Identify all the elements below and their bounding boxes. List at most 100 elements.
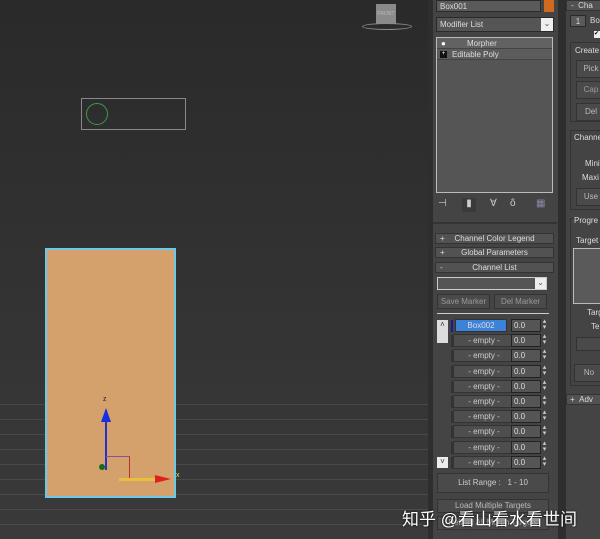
channel-name-button[interactable]: - empty - [453,364,515,378]
channel-row: - empty - 0.0 ▴ ▾ [433,409,557,424]
spinner-icon[interactable]: ▴ ▾ [541,409,548,423]
spinner-icon[interactable]: ▴ ▾ [541,455,548,469]
stack-toolbar: ⊣ ▮ ∀ ô ▦ [438,198,553,212]
configure-sets-icon[interactable]: ▦ [536,198,545,209]
channel-value-field[interactable]: 0.0 [511,440,541,454]
spinner-icon[interactable]: ▴ ▾ [541,333,548,347]
delete-button[interactable]: Del [576,103,600,121]
list-range-label: List Range : [458,478,501,487]
channel-params-label: Channe [574,133,600,142]
expand-icon[interactable]: + [440,51,447,58]
no-button[interactable]: No [574,364,600,382]
channel-name-button[interactable]: Box002 [455,319,507,332]
stack-item-editable-poly[interactable]: + Editable Poly [437,49,552,60]
modifier-stack[interactable]: ● Morpher + Editable Poly [436,37,553,193]
channel-name[interactable]: Bo [590,16,600,25]
plane-handle[interactable] [106,456,130,478]
spinner-icon[interactable]: ▴ ▾ [541,394,548,408]
viewcube-ring[interactable] [362,23,412,30]
spinner-icon[interactable]: ▴ ▾ [541,348,548,362]
channel-color-indicator [451,320,453,332]
channel-number-field[interactable]: 1 [570,15,586,27]
circle-icon [86,103,108,125]
viewcube-face[interactable]: FRONT [376,4,396,24]
rollout-channel-list[interactable]: - Channel List [435,262,554,273]
channel-value-field[interactable]: 0.0 [511,349,541,363]
transform-gizmo[interactable]: z x [97,396,182,485]
remove-modifier-icon[interactable]: ô [510,198,516,209]
pivot-icon [99,464,105,470]
capture-button[interactable]: Cap [576,81,600,99]
channel-value-field[interactable]: 0.0 [511,395,541,408]
channel-name-button[interactable]: - empty - [453,395,515,408]
channel-value-field[interactable]: 0.0 [511,319,541,332]
divider [433,222,557,224]
channel-name-button[interactable]: - empty - [453,334,515,348]
object-color-swatch[interactable] [544,0,554,12]
create-label: Create [574,46,600,55]
divider [558,0,566,539]
channel-name-button[interactable]: - empty - [453,455,515,469]
lightbulb-icon[interactable]: ● [441,38,446,49]
channel-name-button[interactable]: - empty - [453,425,515,439]
viewcube[interactable]: FRONT [362,4,412,30]
target-label: Targ [587,308,600,317]
channel-row: Box002 0.0 ▴ ▾ [433,318,557,333]
channel-value-field[interactable]: 0.0 [511,455,541,469]
channel-name-button[interactable]: - empty - [453,440,515,454]
save-marker-button[interactable]: Save Marker [437,294,490,309]
channel-value-field[interactable]: 0.0 [511,425,541,439]
rollout-global-parameters[interactable]: + Global Parameters [435,247,554,258]
channel-parameters-panel: - Cha 1 Bo ✔ Create Pick Cap Del Channe … [566,0,600,539]
spinner-icon[interactable]: ▴ ▾ [541,379,548,393]
channel-row: - empty - 0.0 ▴ ▾ [433,455,557,470]
pick-button[interactable]: Pick [576,60,600,78]
channel-value-field[interactable]: 0.0 [511,410,541,424]
divider [437,313,549,314]
spinner-icon[interactable]: ▴ ▾ [541,424,548,438]
channel-row: - empty - 0.0 ▴ ▾ [433,333,557,348]
rollout-label: Global Parameters [461,248,528,257]
list-range: List Range : 1 - 10 [437,473,549,493]
del-marker-button[interactable]: Del Marker [494,294,547,309]
rollout-channel-color-legend[interactable]: + Channel Color Legend [435,233,554,244]
modifier-list-dropdown[interactable]: Modifier List ⌄ [436,17,554,32]
channel-name-button[interactable]: - empty - [453,410,515,424]
rollout-advanced[interactable]: + Adv [566,394,600,405]
progressive-button[interactable] [576,337,600,351]
channel-row: - empty - 0.0 ▴ ▾ [433,424,557,439]
rollout-channel-parameters[interactable]: - Cha [566,0,600,11]
target-list-label: Target [576,236,599,245]
spinner-icon[interactable]: ▴ ▾ [541,318,548,332]
chevron-down-icon: ⌄ [541,18,553,31]
channel-name-button[interactable]: - empty - [453,349,515,363]
pin-stack-icon[interactable]: ⊣ [438,198,447,209]
viewport[interactable]: FRONT z x [0,0,428,539]
make-unique-icon[interactable]: ∀ [490,198,497,209]
stack-item-morpher[interactable]: ● Morpher [437,38,552,49]
x-axis[interactable] [119,478,159,481]
box-object[interactable]: z x [45,248,180,498]
z-arrow-icon [101,408,111,422]
marker-dropdown[interactable]: ⌄ [437,277,547,290]
tension-label: Te [591,322,600,331]
z-label: z [103,396,107,403]
channel-row: - empty - 0.0 ▴ ▾ [433,348,557,363]
spinner-icon[interactable]: ▴ ▾ [541,364,548,378]
target-list[interactable] [573,248,600,304]
list-range-value: 1 - 10 [507,478,528,487]
channel-value-field[interactable]: 0.0 [511,364,541,378]
use-limits-button[interactable]: Use [576,188,600,206]
channel-row: - empty - 0.0 ▴ ▾ [433,379,557,394]
stack-item-label: Editable Poly [452,50,499,59]
channel-name-button[interactable]: - empty - [453,379,515,393]
modifier-list-label: Modifier List [440,20,484,29]
checkbox[interactable]: ✔ [594,31,600,38]
channel-value-field[interactable]: 0.0 [511,379,541,393]
channel-value-field[interactable]: 0.0 [511,334,541,348]
x-label: x [176,472,180,479]
modify-panel: Box001 Modifier List ⌄ ● Morpher + Edita… [433,0,557,539]
object-name-field[interactable]: Box001 [436,0,541,12]
show-end-result-icon[interactable]: ▮ [462,198,476,212]
spinner-icon[interactable]: ▴ ▾ [541,440,548,454]
